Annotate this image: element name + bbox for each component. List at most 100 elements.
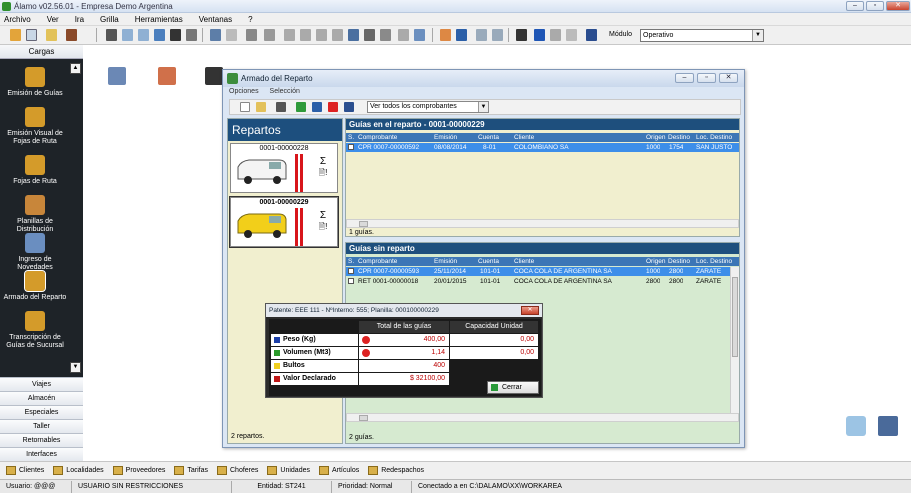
cerrar-button[interactable]: Cerrar [487,381,539,394]
shortcut-choferes[interactable]: Choferes [217,466,258,475]
table-icon[interactable] [138,29,149,41]
disk-icon[interactable] [550,29,561,41]
calendar-icon[interactable] [440,29,451,41]
close-button[interactable]: ✕ [886,1,910,11]
print-icon[interactable] [246,29,257,41]
menu-ver[interactable]: Ver [47,15,59,24]
sidebar-section-especiales[interactable]: Especiales [0,405,83,419]
horizontal-scrollbar[interactable] [346,413,739,422]
help-icon[interactable] [516,29,527,41]
menu-archivo[interactable]: Archivo [4,15,31,24]
key-icon[interactable] [10,29,21,41]
report-icon[interactable] [344,102,354,112]
users-icon[interactable] [158,67,176,85]
window-icon[interactable] [186,29,197,41]
sidebar-section-viajes[interactable]: Viajes [0,377,83,391]
sidebar-item-emision-guias[interactable]: Emisión de Guías [0,67,70,98]
sidebar-section-almacen[interactable]: Almacén [0,391,83,405]
sidebar-section-interfaces[interactable]: Interfaces [0,447,83,461]
shortcut-localidades[interactable]: Localidades [53,466,104,475]
sort-icon[interactable] [414,29,425,41]
grid-icon[interactable] [122,29,133,41]
folder-icon[interactable] [46,29,57,41]
window-minimize-button[interactable]: – [675,73,694,83]
reparto-card[interactable]: 0001-00000228 Σ 🗎! [230,143,338,193]
recycle-bin-icon[interactable] [846,416,866,436]
edit-icon[interactable] [398,29,409,41]
vertical-scrollbar[interactable] [730,267,739,413]
sidebar-item-planillas[interactable]: Planillas de Distribución [0,195,70,234]
copy-icon[interactable] [566,29,577,41]
menu-seleccion[interactable]: Selección [270,88,300,95]
table-row[interactable]: RET 0001-00000018 20/01/2015 101-01 COCA… [346,277,730,286]
export-icon[interactable] [380,29,391,41]
sidebar-item-emision-visual[interactable]: Emisión Visual de Fojas de Ruta [0,107,70,146]
binoculars-icon[interactable] [264,29,275,41]
report-icon[interactable] [476,29,487,41]
window-close-button[interactable]: ✕ [719,73,738,83]
horizontal-scrollbar[interactable] [346,219,739,228]
document-icon[interactable] [26,29,37,41]
scrollbar-thumb[interactable] [732,277,738,357]
sidebar-section-taller[interactable]: Taller [0,419,83,433]
menu-ventanas[interactable]: Ventanas [199,15,232,24]
shortcut-articulos[interactable]: Artículos [318,466,359,475]
sidebar-scroll-down[interactable]: ▼ [70,362,81,373]
sidebar-item-novedades[interactable]: Ingreso de Novedades [0,233,70,272]
shortcut-redespachos[interactable]: Redespachos [368,466,424,475]
reparto-card-selected[interactable]: 0001-00000229 Σ 🗎! [229,196,339,248]
person-card-icon[interactable] [108,67,126,85]
chevron-down-icon[interactable]: ▼ [478,102,488,112]
report-list-icon[interactable] [492,29,503,41]
menu-ira[interactable]: Ira [75,15,84,24]
menu-help[interactable]: ? [248,15,252,24]
clock-icon[interactable] [170,29,181,41]
page-icon[interactable] [226,29,237,41]
shortcut-proveedores[interactable]: Proveedores [112,466,165,475]
download-icon[interactable] [534,29,545,41]
shortcut-unidades[interactable]: Unidades [267,466,310,475]
filter-select[interactable]: Ver todos los comprobantes ▼ [367,101,489,113]
monitor-icon[interactable] [456,29,467,41]
truck-icon[interactable] [205,67,223,85]
filter-icon[interactable] [284,29,295,41]
menu-opciones[interactable]: Opciones [229,88,259,95]
minimize-button[interactable]: – [846,1,864,11]
calculator-icon[interactable] [106,29,117,41]
window-maximize-button[interactable]: ▫ [697,73,716,83]
filter-save-icon[interactable] [364,29,375,41]
sidebar-scroll-up[interactable]: ▲ [70,63,81,74]
save-icon[interactable] [312,102,322,112]
row-checkbox[interactable] [348,268,354,274]
arrow-right-icon[interactable] [276,102,286,112]
sidebar-item-armado-reparto[interactable]: Armado del Reparto [0,270,70,302]
filter-edit-icon[interactable] [348,29,359,41]
sidebar-section-retornables[interactable]: Retornables [0,433,83,447]
exit-icon[interactable] [66,29,77,41]
maximize-button[interactable]: ▫ [866,1,884,11]
switch-icon[interactable] [586,29,597,41]
popup-close-button[interactable]: ✕ [521,306,539,315]
chart-icon[interactable] [154,29,165,41]
sidebar-item-fojas-ruta[interactable]: Fojas de Ruta [0,155,70,186]
sidebar-item-transcripcion[interactable]: Transcripción de Guías de Sucursal [0,311,70,350]
shortcut-clientes[interactable]: Clientes [6,466,44,475]
chevron-down-icon[interactable]: ▼ [752,30,763,41]
new-document-icon[interactable] [240,102,250,112]
delete-icon[interactable] [328,102,338,112]
menu-herramientas[interactable]: Herramientas [135,15,183,24]
preview-icon[interactable] [210,29,221,41]
open-icon[interactable] [256,102,266,112]
sidebar-header-cargas[interactable]: Cargas [0,45,83,59]
save-disk-icon[interactable] [878,416,898,436]
lightning-icon[interactable] [296,102,306,112]
modulo-select[interactable]: Operativo ▼ [640,29,764,42]
filter-add-icon[interactable] [300,29,311,41]
table-row[interactable]: CPR 0007-00000593 25/11/2014 101-01 COCA… [346,267,730,276]
shortcut-tarifas[interactable]: Tarifas [174,466,208,475]
filter-clear-icon[interactable] [332,29,343,41]
row-checkbox[interactable] [348,144,354,150]
filter-remove-icon[interactable] [316,29,327,41]
row-checkbox[interactable] [348,278,354,284]
table-row[interactable]: CPR 0007-00000592 08/08/2014 8-01 COLOMB… [346,143,739,152]
